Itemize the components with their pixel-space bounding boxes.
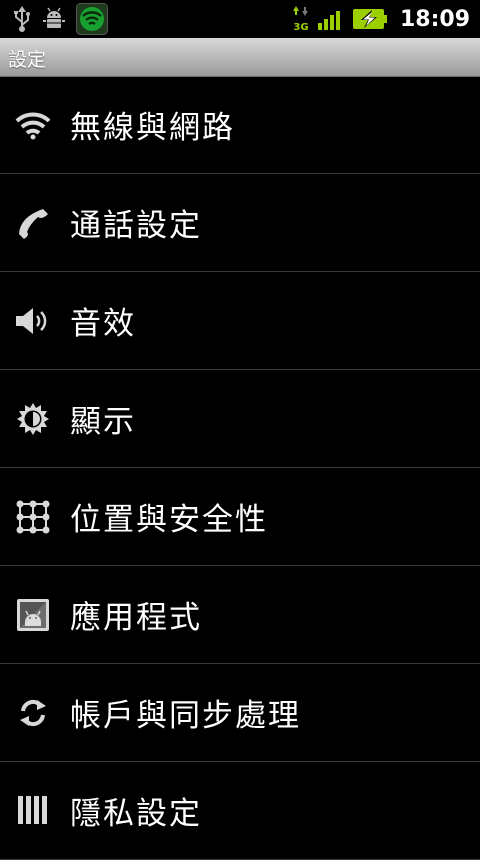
settings-item-applications[interactable]: 應用程式 (0, 566, 480, 664)
settings-item-label: 隱私設定 (70, 796, 202, 832)
settings-item-label: 帳戶與同步處理 (70, 698, 301, 734)
usb-icon (12, 6, 32, 32)
signal-icon (317, 8, 344, 30)
settings-item-label: 顯示 (70, 404, 136, 440)
settings-item-label: 音效 (70, 306, 136, 342)
clock: 18:09 (399, 6, 470, 32)
data-3g-icon: 3G (292, 6, 310, 32)
settings-item-location-security[interactable]: 位置與安全性 (0, 468, 480, 566)
settings-item-label: 通話設定 (70, 208, 202, 244)
speaker-icon (14, 302, 52, 340)
phone-icon (14, 204, 52, 242)
settings-item-accounts-sync[interactable]: 帳戶與同步處理 (0, 664, 480, 762)
settings-list: 無線與網路 通話設定 音效 顯示 位置與安全性 應用程式 帳戶與同步處理 隱私設… (0, 76, 480, 860)
settings-item-wireless[interactable]: 無線與網路 (0, 76, 480, 174)
settings-item-label: 位置與安全性 (70, 502, 268, 538)
page-title: 設定 (8, 49, 47, 71)
battery-charging-icon (352, 7, 388, 31)
android-debug-icon (42, 7, 66, 31)
wifi-icon (14, 106, 52, 144)
svg-text:3G: 3G (293, 22, 308, 32)
settings-item-privacy[interactable]: 隱私設定 (0, 762, 480, 860)
sync-icon (14, 694, 52, 732)
lookout-shield-icon (76, 3, 108, 35)
brightness-icon (14, 400, 52, 438)
status-bar: 3G 18:09 (0, 0, 480, 38)
applications-icon (14, 596, 52, 634)
privacy-icon (14, 792, 52, 830)
title-bar: 設定 (0, 38, 480, 77)
settings-item-call[interactable]: 通話設定 (0, 174, 480, 272)
settings-item-sound[interactable]: 音效 (0, 272, 480, 370)
settings-item-display[interactable]: 顯示 (0, 370, 480, 468)
settings-item-label: 無線與網路 (70, 110, 235, 146)
pattern-lock-icon (14, 498, 52, 536)
settings-item-label: 應用程式 (70, 600, 202, 636)
